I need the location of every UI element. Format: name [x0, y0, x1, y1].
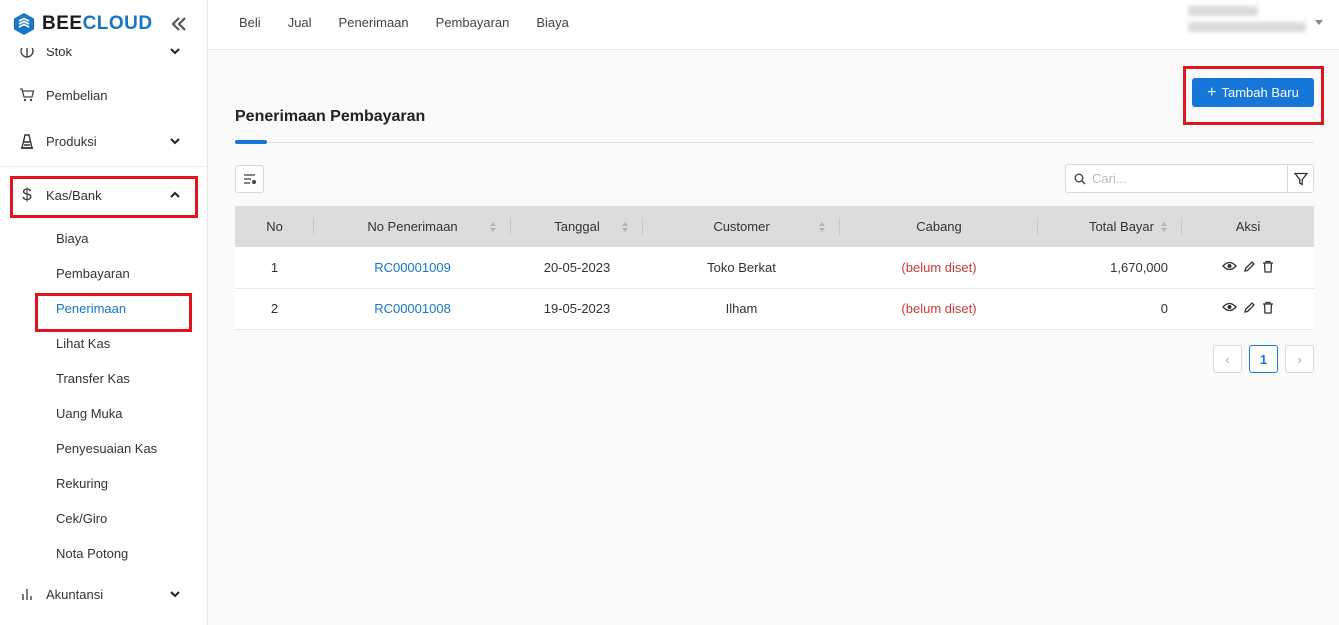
cell-date: 20-05-2023 — [543, 259, 611, 275]
title-accent-bar — [235, 140, 267, 144]
cell-date: 19-05-2023 — [543, 301, 611, 316]
receipt-number-link[interactable]: RC00001009 — [314, 247, 511, 288]
collapse-sidebar-icon[interactable] — [168, 13, 190, 35]
edit-icon[interactable] — [1243, 260, 1256, 273]
next-page-button[interactable]: › — [1285, 345, 1314, 373]
cell-no: 2 — [270, 301, 279, 316]
cell-branch: (belum diset) — [901, 259, 977, 275]
edit-icon[interactable] — [1243, 301, 1256, 314]
view-icon[interactable] — [1222, 260, 1237, 272]
table-row: 2 RC00001008 19-05-2023 Ilham (belum dis… — [235, 288, 1314, 329]
sidebar-subitem-penerimaan[interactable]: Penerimaan — [0, 291, 207, 326]
delete-icon[interactable] — [1262, 301, 1274, 314]
cell-no: 1 — [270, 259, 279, 275]
cell-actions — [1182, 247, 1314, 288]
sidebar-subitem-cek-giro[interactable]: Cek/Giro — [0, 501, 207, 536]
caret-down-icon[interactable] — [1315, 20, 1323, 25]
top-nav-link-penerimaan[interactable]: Penerimaan — [339, 15, 409, 30]
sidebar-item-label: Pembelian — [46, 87, 108, 103]
search-input[interactable] — [1092, 171, 1272, 186]
sidebar: Stok Pembelian Produksi $ Kas/Bank Biaya… — [0, 0, 208, 625]
top-nav-link-biaya[interactable]: Biaya — [536, 15, 569, 30]
divider — [0, 166, 207, 167]
top-nav-link-pembayaran[interactable]: Pembayaran — [436, 15, 510, 30]
sort-icon — [622, 222, 628, 232]
filter-icon — [1293, 172, 1308, 186]
beecloud-logo-icon — [14, 13, 34, 35]
column-header-tanggal[interactable]: Tanggal — [511, 206, 643, 247]
column-header-no: No — [235, 206, 314, 247]
sidebar-item-label: Kas/Bank — [46, 187, 102, 203]
sidebar-item-label: Produksi — [46, 133, 97, 149]
receipt-number-link[interactable]: RC00001008 — [314, 288, 511, 329]
sidebar-item-akuntansi[interactable]: Akuntansi — [0, 571, 207, 617]
chevron-up-icon — [170, 191, 180, 198]
cell-total: 0 — [1160, 301, 1168, 316]
column-header-no-penerimaan[interactable]: No Penerimaan — [314, 206, 511, 247]
top-nav: Beli Jual Penerimaan Pembayaran Biaya — [208, 0, 1339, 50]
sidebar-subitem-penyesuaian-kas[interactable]: Penyesuaian Kas — [0, 431, 207, 466]
cart-icon — [19, 87, 35, 103]
cell-customer: Toko Berkat — [707, 259, 776, 275]
cell-total: 1,670,000 — [1110, 259, 1168, 275]
sort-icon — [490, 222, 496, 232]
prev-page-button[interactable]: ‹ — [1213, 345, 1242, 373]
cell-actions — [1182, 288, 1314, 329]
sidebar-item-kas-bank[interactable]: $ Kas/Bank — [0, 169, 207, 221]
user-name-blurred — [1188, 6, 1258, 16]
search-icon — [1074, 173, 1086, 184]
sidebar-subitem-pembayaran[interactable]: Pembayaran — [0, 256, 207, 291]
logo-bar: BEECLOUD — [0, 0, 207, 48]
sidebar-subitem-biaya[interactable]: Biaya — [0, 221, 207, 256]
sidebar-subitem-nota-potong[interactable]: Nota Potong — [0, 536, 207, 571]
dollar-icon: $ — [22, 185, 32, 204]
top-nav-links: Beli Jual Penerimaan Pembayaran Biaya — [239, 0, 596, 44]
sort-icon — [1161, 222, 1167, 232]
column-header-customer[interactable]: Customer — [643, 206, 840, 247]
factory-icon — [19, 133, 35, 149]
user-company-blurred — [1188, 22, 1306, 32]
chevron-down-icon — [170, 138, 180, 145]
sidebar-item-pembelian[interactable]: Pembelian — [0, 72, 207, 118]
view-icon[interactable] — [1222, 301, 1237, 313]
plus-icon: + — [1207, 83, 1217, 101]
cell-branch: (belum diset) — [901, 301, 977, 316]
sidebar-menu: Stok Pembelian Produksi $ Kas/Bank Biaya… — [0, 30, 207, 617]
filter-button[interactable] — [1287, 164, 1314, 193]
delete-icon[interactable] — [1262, 260, 1274, 273]
table-row: 1 RC00001009 20-05-2023 Toko Berkat (bel… — [235, 247, 1314, 288]
brand-name: BEECLOUD — [42, 13, 153, 34]
cell-customer: Ilham — [725, 301, 758, 316]
sidebar-item-label: Akuntansi — [46, 586, 104, 602]
sort-icon — [819, 222, 825, 232]
receipts-table: No No Penerimaan Tanggal Customer Cabang… — [235, 206, 1314, 330]
add-new-label: Tambah Baru — [1221, 85, 1299, 100]
sidebar-subitem-transfer-kas[interactable]: Transfer Kas — [0, 361, 207, 396]
column-header-total-bayar[interactable]: Total Bayar — [1038, 206, 1182, 247]
sidebar-item-produksi[interactable]: Produksi — [0, 118, 207, 164]
column-header-cabang: Cabang — [840, 206, 1038, 247]
column-settings-icon — [243, 174, 256, 184]
sidebar-subitem-lihat-kas[interactable]: Lihat Kas — [0, 326, 207, 361]
top-nav-link-jual[interactable]: Jual — [288, 15, 312, 30]
table-header-row: No No Penerimaan Tanggal Customer Cabang… — [235, 206, 1314, 247]
sidebar-subitem-uang-muka[interactable]: Uang Muka — [0, 396, 207, 431]
user-menu[interactable] — [1188, 6, 1308, 42]
sidebar-subitem-rekuring[interactable]: Rekuring — [0, 466, 207, 501]
column-settings-button[interactable] — [235, 165, 264, 193]
page-title: Penerimaan Pembayaran — [235, 108, 426, 125]
divider — [235, 142, 1314, 143]
column-header-aksi: Aksi — [1235, 219, 1261, 234]
chevron-down-icon — [170, 591, 180, 598]
search-box — [1065, 164, 1288, 193]
top-nav-link-beli[interactable]: Beli — [239, 15, 261, 30]
add-new-button[interactable]: + Tambah Baru — [1192, 78, 1314, 107]
page-number-button[interactable]: 1 — [1249, 345, 1278, 373]
bar-chart-icon — [19, 586, 35, 602]
